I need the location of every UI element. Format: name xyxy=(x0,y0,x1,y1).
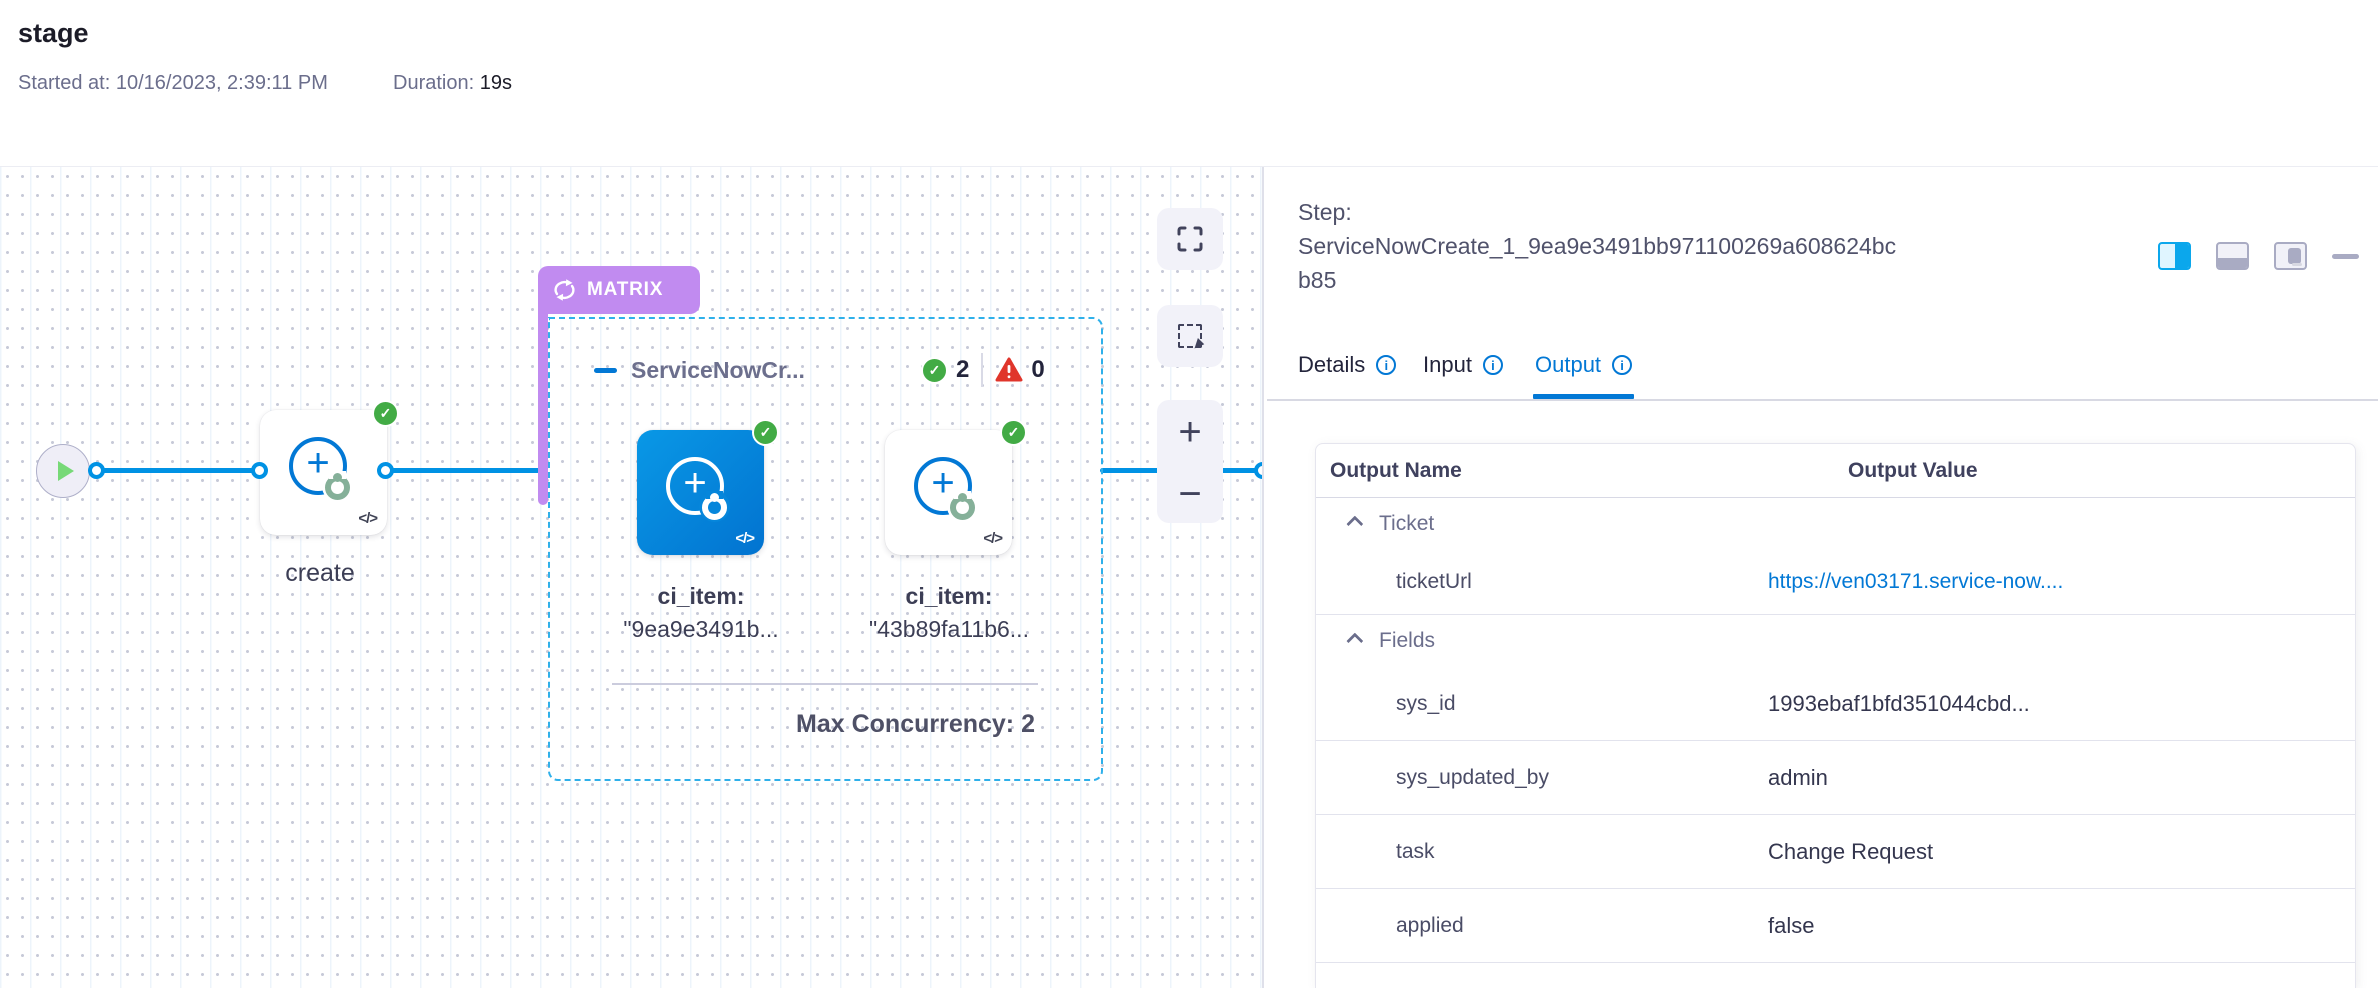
warning-icon xyxy=(995,357,1023,383)
table-row-ticketurl: ticketUrl https://ven03171.service-now..… xyxy=(1316,550,2355,615)
output-name: applied xyxy=(1316,914,1768,938)
table-header-row: Output Name Output Value xyxy=(1316,444,2355,498)
group-label: Ticket xyxy=(1379,512,1434,536)
create-node-label: create xyxy=(250,559,390,588)
chevron-up-icon[interactable] xyxy=(1346,633,1363,650)
play-icon xyxy=(58,461,74,481)
step-tabs: Details i Input i Output i xyxy=(1267,352,2378,399)
chevron-up-icon[interactable] xyxy=(1346,516,1363,533)
port-stage-out[interactable] xyxy=(1254,462,1262,479)
create-success-badge: ✓ xyxy=(372,400,399,427)
matrix-badge-label: MATRIX xyxy=(587,279,663,301)
execution-screen: stage Started at: 10/16/2023, 2:39:11 PM… xyxy=(0,0,2378,988)
view-mode-switcher xyxy=(2158,241,2359,271)
duration: Duration: 19s xyxy=(393,72,512,95)
matrix-badge[interactable]: MATRIX xyxy=(538,266,700,314)
minimize-button[interactable] xyxy=(2332,254,2359,259)
stage-header: stage Started at: 10/16/2023, 2:39:11 PM… xyxy=(0,0,2378,167)
started-at: Started at: 10/16/2023, 2:39:11 PM xyxy=(18,72,328,95)
panel-divider[interactable] xyxy=(1262,167,1264,988)
output-value: 1993ebaf1bfd351044cbd... xyxy=(1768,691,2030,717)
split-right-view-button[interactable] xyxy=(2158,242,2191,270)
step-title: Step: ServiceNowCreate_1_9ea9e3491bb9711… xyxy=(1298,195,1903,297)
matrix-status: ✓ 2 0 xyxy=(921,352,1045,388)
create-step-node[interactable]: + </> xyxy=(260,410,387,535)
output-table: Output Name Output Value Ticket ticketUr… xyxy=(1315,443,2356,988)
port-start-out[interactable] xyxy=(88,462,105,479)
output-value: admin xyxy=(1768,765,1828,791)
stage-title: stage xyxy=(18,18,89,49)
table-row-task: task Change Request xyxy=(1316,815,2355,889)
loop-icon xyxy=(551,278,578,302)
tab-input[interactable]: Input i xyxy=(1423,352,1503,378)
code-glyph: </> xyxy=(735,530,754,547)
matrix-node-title: ServiceNowCr... xyxy=(631,357,805,384)
item-2-success-badge: ✓ xyxy=(1000,419,1027,446)
duration-label: Duration: xyxy=(393,72,474,94)
success-count-icon: ✓ xyxy=(921,357,948,384)
info-icon[interactable]: i xyxy=(1376,355,1396,375)
success-count: 2 xyxy=(956,356,969,384)
status-divider xyxy=(981,353,983,387)
code-glyph: </> xyxy=(983,530,1002,547)
step-details-panel: Step: ServiceNowCreate_1_9ea9e3491bb9711… xyxy=(1267,167,2378,988)
tab-details[interactable]: Details i xyxy=(1298,352,1396,378)
fit-to-screen-button[interactable] xyxy=(1157,208,1223,270)
start-node[interactable] xyxy=(36,444,90,498)
zoom-out-button[interactable]: − xyxy=(1178,469,1201,519)
servicenow-create-icon: + xyxy=(914,457,972,515)
matrix-footer-divider xyxy=(612,683,1038,685)
split-bottom-view-button[interactable] xyxy=(2216,242,2249,270)
table-row-applied: applied false xyxy=(1316,889,2355,963)
error-count: 0 xyxy=(1031,356,1044,384)
zoom-in-button[interactable]: + xyxy=(1178,404,1201,460)
started-at-value: 10/16/2023, 2:39:11 PM xyxy=(116,72,328,94)
port-create-out[interactable] xyxy=(377,462,394,479)
group-label: Fields xyxy=(1379,629,1435,653)
marquee-icon xyxy=(1178,324,1202,348)
marquee-select-button[interactable] xyxy=(1157,305,1223,367)
started-at-label: Started at: xyxy=(18,72,110,94)
servicenow-create-icon: + xyxy=(666,457,724,515)
item-1-success-badge: ✓ xyxy=(752,419,779,446)
col-output-name: Output Name xyxy=(1316,459,1848,483)
output-value: false xyxy=(1768,913,1814,939)
group-row-ticket[interactable]: Ticket xyxy=(1316,498,2355,550)
tab-output[interactable]: Output i xyxy=(1535,352,1632,378)
table-row-sys-id: sys_id 1993ebaf1bfd351044cbd... xyxy=(1316,667,2355,741)
matrix-item-node-1[interactable]: + </> xyxy=(637,430,764,555)
table-row-sys-updated-by: sys_updated_by admin xyxy=(1316,741,2355,815)
matrix-node-header[interactable]: ServiceNowCr... xyxy=(594,352,805,388)
output-name: task xyxy=(1316,840,1768,864)
code-glyph: </> xyxy=(358,510,377,527)
pipeline-canvas[interactable]: + </> ✓ create MATRIX ServiceNowCr... ✓ xyxy=(0,167,1262,988)
info-icon[interactable]: i xyxy=(1483,355,1503,375)
edge-start-to-create xyxy=(80,468,260,473)
port-create-in[interactable] xyxy=(251,462,268,479)
zoom-control: + − xyxy=(1157,400,1223,523)
output-name: sys_id xyxy=(1316,692,1768,716)
fullscreen-icon xyxy=(1177,226,1203,252)
matrix-bar xyxy=(538,312,548,505)
dialog-view-button[interactable] xyxy=(2274,242,2307,270)
max-concurrency: Max Concurrency: 2 xyxy=(735,710,1035,739)
collapse-icon[interactable] xyxy=(594,368,617,373)
duration-value: 19s xyxy=(480,72,512,94)
edge-create-to-matrix xyxy=(385,468,540,473)
servicenow-create-icon: + xyxy=(289,437,347,495)
output-value: Change Request xyxy=(1768,839,1933,865)
col-output-value: Output Value xyxy=(1848,459,1978,483)
output-name: sys_updated_by xyxy=(1316,766,1768,790)
matrix-item-node-2[interactable]: + </> xyxy=(885,430,1012,555)
ticket-url-link[interactable]: https://ven03171.service-now.... xyxy=(1768,570,2063,594)
group-row-fields[interactable]: Fields xyxy=(1316,615,2355,667)
output-name: ticketUrl xyxy=(1316,570,1768,594)
info-icon[interactable]: i xyxy=(1612,355,1632,375)
tabs-border xyxy=(1267,399,2378,401)
